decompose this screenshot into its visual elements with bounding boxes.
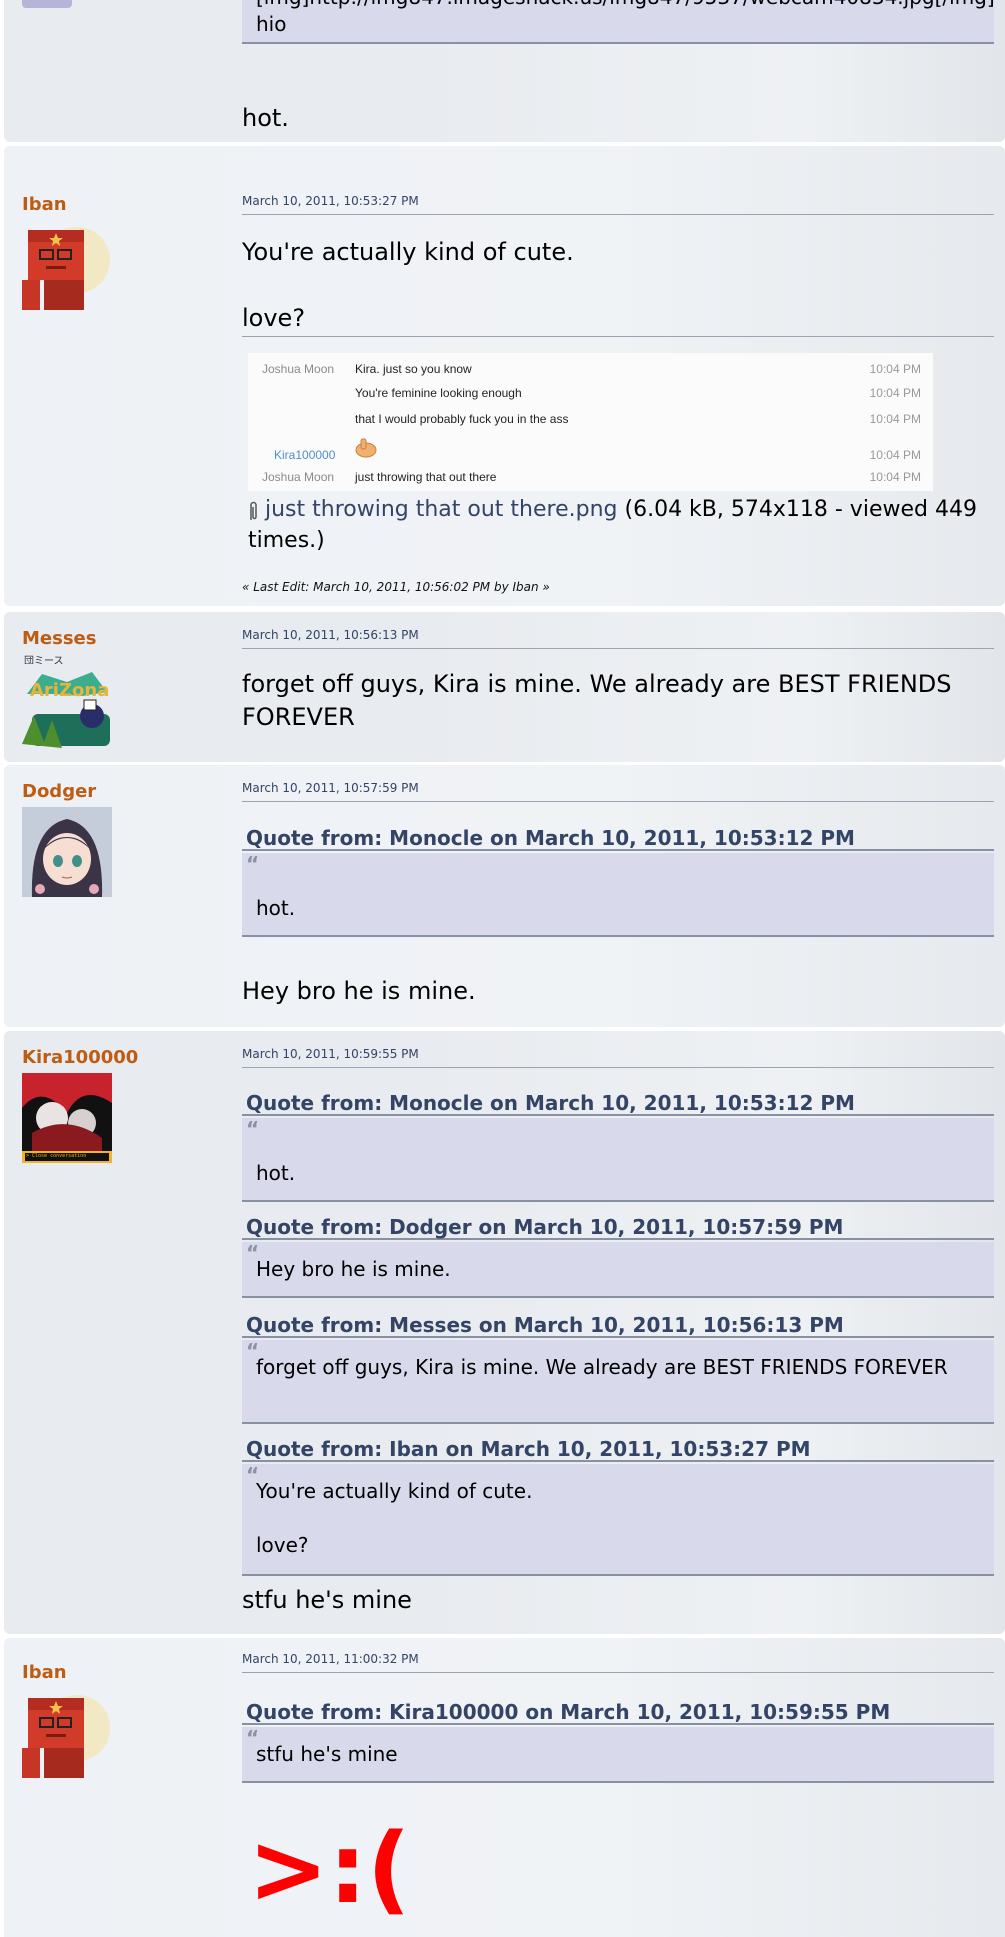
quote-text: forget off guys, Kira is mine. We alread… <box>256 1355 948 1379</box>
post-body-line: love? <box>242 302 994 337</box>
quote-text: Hey bro he is mine. <box>256 1257 451 1281</box>
quote-text: stfu he's mine <box>256 1742 398 1766</box>
chat-row: Joshua Moon just throwing that out there… <box>248 470 933 486</box>
poster-name[interactable]: Dodger <box>22 781 96 802</box>
avatar-text: AriZona <box>30 680 109 701</box>
quote-box: “ hot. <box>242 1117 994 1202</box>
avatar <box>22 807 112 897</box>
avatar: AriZona <box>22 664 112 754</box>
poster-name[interactable]: Iban <box>22 1662 67 1683</box>
quote-mark-icon: “ <box>246 1241 260 1265</box>
quote-text: love? <box>256 1533 309 1557</box>
poster-name[interactable]: Messes <box>22 628 96 649</box>
poster-name[interactable]: Iban <box>22 194 67 215</box>
quote-text: hio <box>256 12 287 36</box>
avatar <box>22 1688 112 1778</box>
chat-time: 10:04 PM <box>869 470 921 484</box>
quote-header[interactable]: Quote from: Monocle on March 10, 2011, 1… <box>242 1090 994 1116</box>
quote-box: “ forget off guys, Kira is mine. We alre… <box>242 1339 994 1424</box>
quote-text: You're actually kind of cute. <box>256 1479 533 1503</box>
quote-box: “ Hey bro he is mine. <box>242 1241 994 1298</box>
chat-row: Kira100000 10:04 PM <box>248 438 933 462</box>
post-body: You're actually kind of cute. love? <box>242 236 994 337</box>
chat-time: 10:04 PM <box>869 412 921 426</box>
attachment-image[interactable]: Joshua Moon Kira. just so you know 10:04… <box>248 353 933 491</box>
chat-message: Kira. just so you know <box>355 362 472 376</box>
quote-text: [img]http://img847.imageshack.us/img847/… <box>256 0 994 11</box>
quote-header[interactable]: Quote from: Dodger on March 10, 2011, 10… <box>242 1214 994 1240</box>
chat-row: Joshua Moon Kira. just so you know 10:04… <box>248 362 933 378</box>
post-body: hot. <box>242 104 289 132</box>
quote-header[interactable]: Quote from: Kira100000 on March 10, 2011… <box>242 1699 994 1725</box>
avatar <box>22 220 112 310</box>
post-body: forget off guys, Kira is mine. We alread… <box>242 670 952 731</box>
attachment-meta: times.) <box>248 528 325 553</box>
post-date: March 10, 2011, 10:53:27 PM <box>242 194 994 215</box>
post-body: stfu he's mine <box>242 1586 412 1614</box>
quote-text: hot. <box>256 1161 296 1185</box>
avatar <box>22 0 72 8</box>
attachment-link[interactable]: just throwing that out there.png <box>265 497 618 522</box>
avatar <box>22 1073 112 1163</box>
thumbs-up-icon <box>355 438 377 458</box>
post-body: Hey bro he is mine. <box>242 977 476 1005</box>
quote-box: “ You're actually kind of cute. love? <box>242 1463 994 1576</box>
post-4: Kira100000 > Close conversation March 10… <box>4 1031 1005 1634</box>
chat-name: Kira100000 <box>274 448 336 462</box>
poster-name[interactable]: Kira100000 <box>22 1047 138 1068</box>
quote-header[interactable]: Quote from: Monocle on March 10, 2011, 1… <box>242 825 994 851</box>
quote-mark-icon: “ <box>246 1726 260 1750</box>
quote-header[interactable]: Quote from: Messes on March 10, 2011, 10… <box>242 1312 994 1338</box>
post-date: March 10, 2011, 10:59:55 PM <box>242 1047 994 1068</box>
post-2: Messes 団ミース AriZona March 10, 2011, 10:5… <box>4 612 1005 762</box>
post-date: March 10, 2011, 10:57:59 PM <box>242 781 994 802</box>
post-0: [img]http://img847.imageshack.us/img847/… <box>4 0 1005 142</box>
chat-name: Joshua Moon <box>262 470 335 484</box>
post-body-line: You're actually kind of cute. <box>242 238 574 266</box>
quote-box: [img]http://img847.imageshack.us/img847/… <box>242 0 994 44</box>
post-body: >:( <box>248 1813 411 1925</box>
chat-name: Joshua Moon <box>262 362 335 376</box>
chat-time: 10:04 PM <box>869 448 921 462</box>
post-3: Dodger March 10, 2011, 10:57:59 PM Quote… <box>4 765 1005 1027</box>
quote-mark-icon: “ <box>246 852 260 876</box>
quote-text: hot. <box>256 896 296 920</box>
chat-time: 10:04 PM <box>869 362 921 376</box>
chat-time: 10:04 PM <box>869 386 921 400</box>
chat-row: You're feminine looking enough 10:04 PM <box>248 386 933 402</box>
quote-box: “ stfu he's mine <box>242 1726 994 1783</box>
attachment-meta: (6.04 kB, 574x118 - viewed 449 <box>624 497 977 522</box>
quote-mark-icon: “ <box>246 1339 260 1363</box>
chat-message: just throwing that out there <box>355 470 497 484</box>
quote-header[interactable]: Quote from: Iban on March 10, 2011, 10:5… <box>242 1436 994 1462</box>
quote-mark-icon: “ <box>246 1463 260 1487</box>
post-1: Iban March 10, 2011, 10:53:27 PM You're … <box>4 146 1005 606</box>
avatar-caption: > Close conversation <box>26 1153 87 1159</box>
last-edit: « Last Edit: March 10, 2011, 10:56:02 PM… <box>242 580 550 594</box>
chat-message: that I would probably fuck you in the as… <box>355 412 569 426</box>
attachment-info: just throwing that out there.png (6.04 k… <box>248 494 1000 556</box>
chat-message: You're feminine looking enough <box>355 386 522 400</box>
quote-box: “ hot. <box>242 852 994 937</box>
chat-row: that I would probably fuck you in the as… <box>248 412 933 428</box>
post-date: March 10, 2011, 11:00:32 PM <box>242 1652 994 1673</box>
paperclip-icon <box>248 500 258 520</box>
quote-mark-icon: “ <box>246 1117 260 1141</box>
post-date: March 10, 2011, 10:56:13 PM <box>242 628 994 649</box>
post-5: Iban March 10, 2011, 11:00:32 PM Quote f… <box>4 1638 1005 1937</box>
